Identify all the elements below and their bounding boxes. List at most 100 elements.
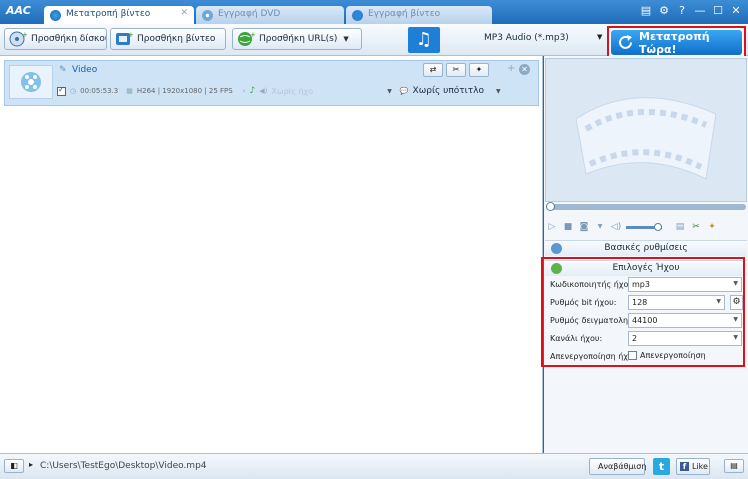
- disc-icon: [202, 10, 213, 21]
- volume-slider[interactable]: [626, 222, 662, 231]
- disable-audio-checkbox[interactable]: Απενεργοποίηση: [628, 351, 706, 360]
- refresh-icon: [619, 35, 632, 49]
- clock-icon: ◷: [70, 87, 77, 95]
- record-icon: [352, 10, 363, 21]
- codec-info: H264 | 1920x1080 | 25 FPS: [136, 87, 233, 95]
- play-icon[interactable]: ▷: [546, 221, 558, 233]
- audio-channel-value: 2: [632, 334, 638, 343]
- playback-controls: ▷ ■ ◙ ▼ ◁) ▤ ✂ ✦: [546, 218, 746, 236]
- convert-now-label: Μετατροπή Τώρα!: [639, 29, 710, 56]
- audio-codec-select[interactable]: mp3 ▼: [628, 277, 742, 292]
- swap-icon[interactable]: ⇄: [423, 63, 443, 77]
- disable-audio-label: Απενεργοποίηση ήχου: [550, 352, 628, 361]
- chevron-down-icon[interactable]: ▼: [387, 88, 392, 95]
- plus-icon[interactable]: +: [507, 63, 515, 74]
- audio-codec-value: mp3: [632, 280, 650, 289]
- scissors-icon[interactable]: ✂: [690, 221, 702, 233]
- folder-icon[interactable]: ▤: [674, 221, 686, 233]
- seek-handle[interactable]: [546, 202, 555, 211]
- close-icon[interactable]: ✕: [730, 5, 742, 17]
- duration: 00:05:53.3: [80, 87, 119, 95]
- audio-bitrate-select[interactable]: 128 ▼: [628, 295, 725, 310]
- maximize-icon[interactable]: ☐: [712, 5, 724, 17]
- music-note-icon[interactable]: ♫: [408, 27, 440, 53]
- file-list: Video ✎ ⇄ ✂ ✦ + ✕ ◷ 00:05:53.3 ▦ H264 | …: [0, 56, 543, 453]
- help-icon[interactable]: ?: [676, 5, 688, 17]
- checkbox[interactable]: [628, 351, 637, 360]
- sample-rate-row: Ρυθμός δειγματοληψίας 44100 ▼: [548, 313, 744, 330]
- twitter-icon[interactable]: t: [653, 458, 670, 475]
- pencil-icon[interactable]: ✎: [59, 65, 69, 75]
- panel-toggle-icon[interactable]: ◧: [4, 459, 24, 473]
- remove-icon[interactable]: ✕: [519, 64, 530, 75]
- magic-wand-icon[interactable]: ✦: [469, 63, 489, 77]
- add-video-button[interactable]: + Προσθήκη βίντεο: [110, 28, 226, 50]
- chevron-down-icon: ▼: [733, 334, 738, 341]
- basic-settings-label: Βασικές ρυθμίσεις: [604, 243, 688, 253]
- film-strip-icon: [575, 97, 717, 180]
- subtitle-select[interactable]: Χωρίς υπότιτλο: [413, 86, 484, 96]
- chevron-down-icon[interactable]: ▼: [496, 88, 501, 95]
- chevron-down-icon[interactable]: ▼: [597, 33, 602, 41]
- disable-audio-row: Απενεργοποίηση ήχου Απενεργοποίηση: [548, 349, 744, 366]
- basic-settings-header[interactable]: Βασικές ρυθμίσεις: [545, 240, 747, 256]
- film-reel-icon: [21, 72, 41, 92]
- app-logo: AAC: [6, 4, 31, 17]
- tab-label: Μετατροπή βίντεο: [66, 9, 151, 19]
- svg-text:+: +: [128, 31, 133, 39]
- camera-icon[interactable]: ◙: [578, 221, 590, 233]
- audio-track[interactable]: Χωρίς ήχο: [271, 87, 313, 96]
- settings-icon[interactable]: ⚙: [658, 5, 670, 17]
- volume-icon[interactable]: ◁): [610, 221, 622, 233]
- audio-channel-select[interactable]: 2 ▼: [628, 331, 742, 346]
- stop-icon[interactable]: ■: [562, 221, 574, 233]
- scissors-icon[interactable]: ✂: [446, 63, 466, 77]
- file-checkbox[interactable]: [57, 85, 66, 96]
- svg-text:+: +: [22, 31, 27, 39]
- audio-channel-label: Κανάλι ήχου:: [550, 334, 603, 343]
- convert-now-button[interactable]: Μετατροπή Τώρα!: [611, 29, 742, 56]
- facebook-like-button[interactable]: f Like: [676, 458, 710, 475]
- tab-label: Εγγραφή DVD: [218, 9, 281, 19]
- seek-slider[interactable]: [546, 202, 746, 211]
- tab-label: Εγγραφή βίντεο: [368, 9, 441, 19]
- settings-icon: [551, 243, 562, 254]
- minimize-icon[interactable]: —: [694, 5, 706, 17]
- chevron-right-icon: ›: [242, 87, 246, 95]
- globe-add-icon: +: [238, 31, 255, 46]
- video-thumbnail: [9, 65, 53, 99]
- disc-add-icon: +: [9, 31, 27, 47]
- magic-wand-icon[interactable]: ✦: [706, 221, 718, 233]
- tab-close-icon[interactable]: ✕: [180, 8, 188, 18]
- file-meta: ◷ 00:05:53.3 ▦ H264 | 1920x1080 | 25 FPS…: [57, 85, 501, 96]
- music-icon: ♪: [249, 86, 256, 96]
- file-path: C:\Users\TestEgo\Desktop\Video.mp4: [40, 461, 207, 471]
- audio-bitrate-label: Ρυθμός bit ήχου:: [550, 298, 617, 307]
- chevron-down-icon: ▼: [716, 298, 721, 305]
- output-format-select[interactable]: MP3 Audio (*.mp3): [444, 28, 604, 50]
- convert-tab-icon: [50, 10, 61, 21]
- gear-icon[interactable]: ⚙: [730, 295, 743, 310]
- add-disc-button[interactable]: + Προσθήκη δίσκου CD: [4, 28, 107, 50]
- upgrade-button[interactable]: Αναβάθμιση: [589, 458, 646, 475]
- sample-rate-select[interactable]: 44100 ▼: [628, 313, 742, 328]
- volume-handle[interactable]: [654, 222, 662, 231]
- format-label: MP3 Audio (*.mp3): [484, 33, 569, 43]
- add-url-button[interactable]: + Προσθήκη URL(s) ▼: [232, 28, 362, 50]
- film-icon: ▦: [126, 87, 133, 95]
- sample-rate-value: 44100: [632, 316, 658, 325]
- menu-icon[interactable]: ▤: [724, 459, 744, 473]
- right-panel: ▷ ■ ◙ ▼ ◁) ▤ ✂ ✦ Βασικές ρυθμίσεις Επιλο…: [541, 56, 748, 453]
- tab-video-convert[interactable]: Μετατροπή βίντεο ✕: [44, 6, 194, 24]
- row-tools: ⇄ ✂ ✦: [423, 63, 489, 77]
- menu-icon[interactable]: ▤: [640, 5, 652, 17]
- list-item[interactable]: Video ✎ ⇄ ✂ ✦ + ✕ ◷ 00:05:53.3 ▦ H264 | …: [4, 60, 539, 106]
- expand-icon[interactable]: ▸: [26, 459, 36, 473]
- tab-video-record[interactable]: Εγγραφή βίντεο: [346, 6, 492, 24]
- title-bar: AAC Μετατροπή βίντεο ✕ Εγγραφή DVD Εγγρα…: [0, 0, 748, 24]
- audio-bitrate-value: 128: [632, 298, 648, 307]
- chevron-down-icon: ▼: [343, 35, 349, 43]
- chevron-down-icon[interactable]: ▼: [594, 221, 606, 233]
- tab-dvd-burn[interactable]: Εγγραφή DVD: [196, 6, 344, 24]
- add-video-label: Προσθήκη βίντεο: [137, 34, 216, 44]
